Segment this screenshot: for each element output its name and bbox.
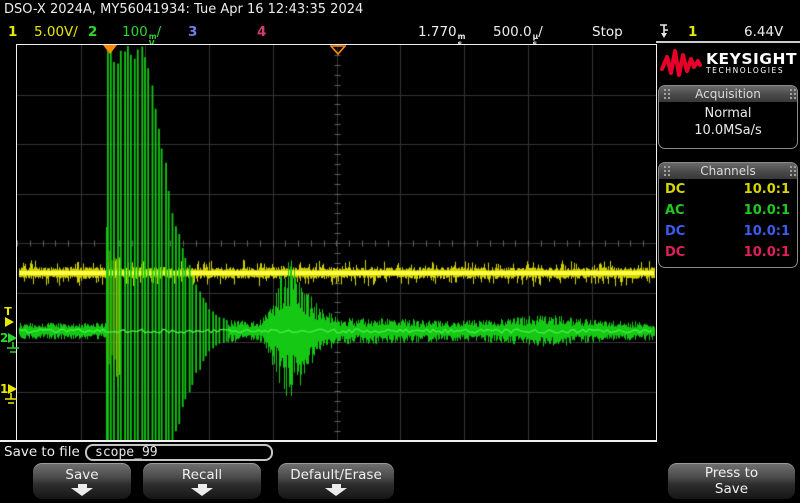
keysight-spark-icon [660, 47, 702, 79]
ch3-indicator[interactable]: 3 [188, 22, 197, 42]
channel-row-2: AC 10.0:1 [659, 200, 797, 221]
sample-rate: 10.0MSa/s [659, 122, 797, 139]
trigger-level-marker[interactable]: T [0, 307, 16, 327]
softkey-save[interactable]: Save [33, 463, 131, 499]
trigger-edge-icon [658, 22, 669, 42]
timebase-readout[interactable]: 500.0µs/ [493, 22, 543, 42]
ch1-ground-icon [4, 393, 18, 406]
ch4-number: 4 [257, 24, 266, 40]
ch2-number: 2 [88, 24, 97, 40]
acquisition-panel-header[interactable]: Acquisition [659, 86, 797, 102]
grip-icon [664, 166, 666, 168]
channel-row-4: DC 10.0:1 [659, 242, 797, 263]
channels-panel[interactable]: Channels DC 10.0:1 AC 10.0:1 DC 10.0:1 D… [658, 162, 798, 268]
grip-icon [790, 89, 792, 91]
trigger-section-underline [656, 41, 800, 43]
ch1-indicator[interactable]: 1 [8, 22, 17, 42]
keysight-logo: KEYSIGHT TECHNOLOGIES [660, 47, 798, 79]
filename-value: scope_99 [87, 446, 158, 459]
channel-row-3: DC 10.0:1 [659, 221, 797, 242]
ch2-scale[interactable]: 100mV/ [122, 22, 161, 42]
delay-readout[interactable]: 1.770ms [418, 22, 465, 42]
ch3-number: 3 [188, 24, 197, 40]
filename-field[interactable]: scope_99 [85, 444, 273, 461]
save-to-file-label: Save to file = [4, 444, 95, 460]
grip-icon [664, 89, 666, 91]
sidebar: KEYSIGHT TECHNOLOGIES Acquisition Normal… [656, 44, 800, 442]
acquisition-panel[interactable]: Acquisition Normal 10.0MSa/s [658, 85, 798, 149]
ch2-indicator[interactable]: 2 [88, 22, 97, 42]
ch2-ground-icon [6, 342, 20, 355]
ch4-indicator[interactable]: 4 [257, 22, 266, 42]
channel-row-1: DC 10.0:1 [659, 179, 797, 200]
ch1-scale[interactable]: 5.00V/ [34, 22, 78, 42]
time-reference-marker-icon[interactable] [330, 45, 346, 55]
trigger-level-arrow-icon [5, 317, 14, 327]
waveform-canvas[interactable] [17, 45, 656, 441]
plot-bottom-border [0, 440, 657, 442]
trigger-source[interactable]: 1 [688, 22, 697, 42]
press-to-save-button[interactable]: Press to Save [668, 463, 795, 499]
softkey-recall[interactable]: Recall [143, 463, 261, 499]
ch1-number: 1 [8, 24, 17, 40]
brand-name: KEYSIGHT [706, 51, 797, 67]
channels-panel-header[interactable]: Channels [659, 163, 797, 179]
instrument-title: DSO-X 2024A, MY56041934: Tue Apr 16 12:4… [4, 2, 363, 17]
trigger-level[interactable]: 6.44V [744, 22, 783, 42]
acquisition-mode: Normal [659, 105, 797, 122]
trigger-time-marker-icon[interactable] [103, 45, 117, 54]
run-state: Stop [592, 22, 623, 42]
softkey-default-erase[interactable]: Default/Erase [278, 463, 394, 499]
grip-icon [790, 166, 792, 168]
waveform-display[interactable] [16, 44, 657, 442]
brand-sub: TECHNOLOGIES [706, 67, 797, 75]
oscilloscope-screen: DSO-X 2024A, MY56041934: Tue Apr 16 12:4… [0, 0, 800, 503]
